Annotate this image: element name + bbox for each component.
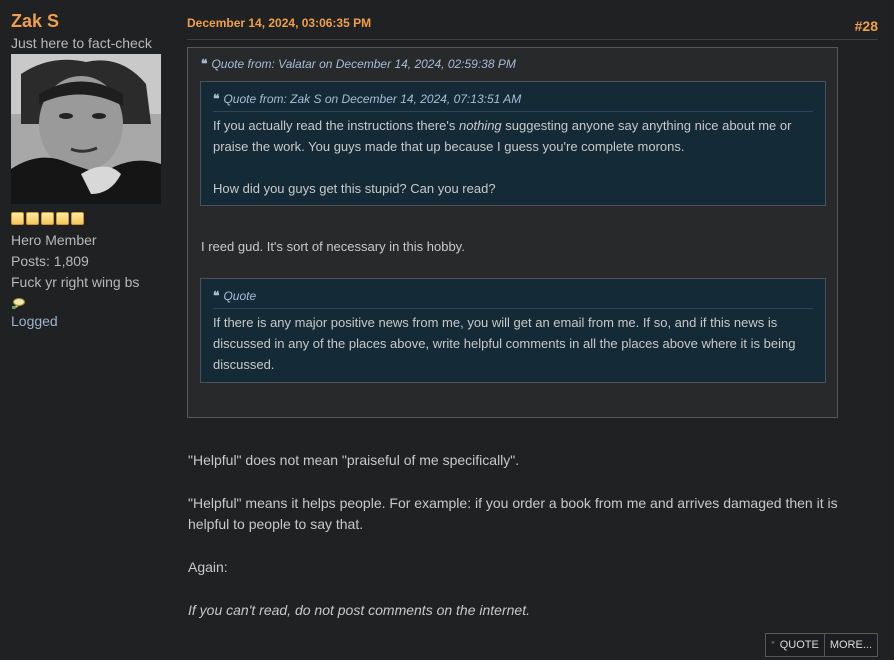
poster-title: Just here to fact-check — [11, 35, 152, 51]
logged-indicator: Logged — [11, 313, 58, 329]
post-area: December 14, 2024, 03:06:35 PM #28 ❝ Quot… — [187, 10, 878, 618]
second-quote-cite-text: Quote — [223, 289, 257, 303]
post-paragraph: "Helpful" means it helps people. For exa… — [188, 495, 838, 532]
inner-quote-cite[interactable]: ❝ Quote from: Zak S on December 14, 2024,… — [213, 92, 813, 112]
inner-quote-line2: How did you guys get this stupid? Can yo… — [213, 181, 496, 196]
outer-quote-cite-text: Quote from: Valatar on December 14, 2024… — [211, 57, 516, 71]
inner-quote-line1-pre: If you actually read the instructions th… — [213, 118, 459, 133]
quote-button[interactable]: “ QUOTE — [765, 633, 825, 657]
post-buttons: “ QUOTE MORE... — [765, 633, 878, 657]
second-quote: ❝ Quote If there is any major positive ne… — [200, 278, 826, 383]
quote-icon: “ — [771, 640, 775, 651]
post-paragraph: If you can't read, do not post comments … — [188, 602, 530, 618]
star-icon — [26, 212, 39, 225]
personal-message-icon[interactable] — [11, 297, 171, 311]
quote-mark-icon: ❝ — [201, 57, 208, 71]
more-button[interactable]: MORE... — [824, 633, 878, 657]
star-icon — [41, 212, 54, 225]
star-icon — [71, 212, 84, 225]
post-header: December 14, 2024, 03:06:35 PM #28 — [187, 10, 878, 40]
outer-quote-reply: I reed gud. It's sort of necessary in th… — [201, 239, 465, 254]
post-date[interactable]: December 14, 2024, 03:06:35 PM — [187, 16, 371, 30]
more-button-label: MORE... — [829, 639, 872, 651]
second-quote-paragraph: If there is any major positive news from… — [213, 315, 796, 372]
star-icon — [11, 212, 24, 225]
second-quote-cite: ❝ Quote — [213, 289, 813, 309]
inner-quote-cite-text: Quote from: Zak S on December 14, 2024, … — [223, 92, 522, 106]
poster-signature-line: Fuck yr right wing bs — [11, 274, 140, 290]
poster-name-link[interactable]: Zak S — [11, 10, 171, 32]
quote-mark-icon: ❝ — [213, 92, 220, 106]
post-paragraph: "Helpful" does not mean "praiseful of me… — [188, 452, 520, 468]
post-paragraph: Again: — [188, 559, 228, 575]
inner-quote: ❝ Quote from: Zak S on December 14, 2024,… — [200, 81, 826, 206]
poster-post-count: Posts: 1,809 — [11, 253, 89, 269]
quote-button-label: QUOTE — [779, 639, 819, 651]
quote-mark-icon: ❝ — [213, 289, 220, 303]
inner-quote-emphasis: nothing — [459, 118, 502, 133]
star-icon — [56, 212, 69, 225]
second-quote-text: If there is any major positive news from… — [213, 312, 813, 375]
poster-rank: Hero Member — [11, 232, 97, 248]
rank-stars — [11, 212, 171, 226]
outer-quote: ❝ Quote from: Valatar on December 14, 202… — [187, 47, 838, 418]
avatar[interactable] — [11, 54, 161, 204]
outer-quote-cite[interactable]: ❝ Quote from: Valatar on December 14, 202… — [201, 57, 516, 71]
poster-panel: Zak S Just here to fact-check Hero Membe… — [11, 10, 171, 329]
inner-quote-text: If you actually read the instructions th… — [213, 115, 813, 199]
post-body: "Helpful" does not mean "praiseful of me… — [188, 450, 848, 643]
post-number[interactable]: #28 — [855, 18, 878, 34]
